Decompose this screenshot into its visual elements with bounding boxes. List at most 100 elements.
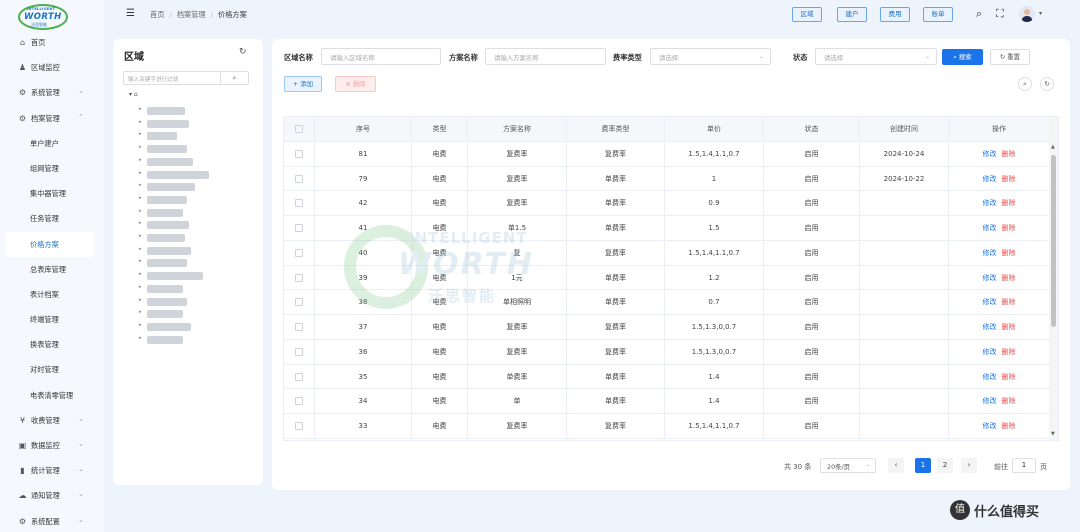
chevron-down-icon[interactable]: ▾ <box>1039 10 1042 17</box>
delete-link[interactable]: 删除 <box>1002 150 1016 158</box>
region-filter-input[interactable]: 输入关键字进行过滤 <box>123 71 221 85</box>
sidebar-item[interactable]: 终端管理 <box>0 307 104 332</box>
sidebar-item[interactable]: 组网管理 <box>0 156 104 181</box>
expand-arrow-icon[interactable]: ▸ <box>139 106 142 112</box>
region-name-input[interactable]: 请输入区域名称 <box>321 48 441 65</box>
refresh-icon[interactable]: ↻ <box>239 47 247 57</box>
edit-link[interactable]: 修改 <box>983 323 997 331</box>
menu-toggle-icon[interactable]: ☰ <box>126 8 135 19</box>
status-select[interactable]: 请选择 ⌄ <box>815 48 937 65</box>
refresh-icon[interactable]: ↻ <box>1040 77 1054 91</box>
delete-link[interactable]: 删除 <box>1002 224 1016 232</box>
edit-link[interactable]: 修改 <box>983 175 997 183</box>
sidebar-item[interactable]: ♟ 区域监控 <box>0 55 104 80</box>
sidebar-item[interactable]: 任务管理 <box>0 206 104 231</box>
quick-create-account-button[interactable]: 建户 <box>837 7 867 22</box>
expand-arrow-icon[interactable]: ▸ <box>139 157 142 163</box>
expand-arrow-icon[interactable]: ▸ <box>139 322 142 328</box>
reset-button[interactable]: ↻ 重置 <box>990 49 1030 65</box>
add-button[interactable]: + 添加 <box>284 76 322 92</box>
edit-link[interactable]: 修改 <box>983 298 997 306</box>
delete-link[interactable]: 删除 <box>1002 422 1016 430</box>
quick-region-button[interactable]: 区域 <box>792 7 822 22</box>
expand-arrow-icon[interactable]: ▸ <box>139 131 142 137</box>
breadcrumb-home[interactable]: 首页 <box>150 10 164 20</box>
expand-arrow-icon[interactable]: ▸ <box>139 233 142 239</box>
delete-link[interactable]: 删除 <box>1002 348 1016 356</box>
checkbox[interactable] <box>295 174 303 183</box>
delete-link[interactable]: 删除 <box>1002 373 1016 381</box>
tree-root-node[interactable]: ▾ ⌂ <box>129 91 138 98</box>
expand-arrow-icon[interactable]: ▸ <box>139 144 142 150</box>
expand-arrow-icon[interactable]: ▸ <box>139 335 142 341</box>
jump-page-input[interactable]: 1 <box>1012 458 1036 473</box>
edit-link[interactable]: 修改 <box>983 274 997 282</box>
sidebar-item[interactable]: 单户建户 <box>0 131 104 156</box>
search-button[interactable]: ⌕ 搜索 <box>942 49 983 65</box>
sidebar-item[interactable]: 总表库管理 <box>0 257 104 282</box>
sidebar-item[interactable]: 换表管理 <box>0 332 104 357</box>
next-page-button[interactable]: › <box>961 458 977 473</box>
sidebar-item[interactable]: ¥ 收费管理 ⌄ <box>0 408 104 433</box>
delete-link[interactable]: 删除 <box>1002 298 1016 306</box>
checkbox[interactable] <box>295 347 303 356</box>
scrollbar-thumb[interactable] <box>1051 155 1056 327</box>
sidebar-item[interactable]: 对时管理 <box>0 357 104 382</box>
expand-arrow-icon[interactable]: ▸ <box>139 170 142 176</box>
quick-bill-button[interactable]: 账单 <box>923 7 953 22</box>
edit-link[interactable]: 修改 <box>983 249 997 257</box>
delete-link[interactable]: 删除 <box>1002 323 1016 331</box>
edit-link[interactable]: 修改 <box>983 373 997 381</box>
table-scrollbar[interactable]: ▲ ▼ <box>1049 117 1058 440</box>
search-icon[interactable]: ⌕ <box>221 71 249 85</box>
scheme-name-input[interactable]: 请输入方案名称 <box>485 48 606 65</box>
checkbox[interactable] <box>295 224 303 232</box>
checkbox[interactable] <box>295 248 303 257</box>
expand-arrow-icon[interactable]: ▸ <box>139 119 142 125</box>
expand-arrow-icon[interactable]: ▸ <box>139 309 142 315</box>
delete-link[interactable]: 删除 <box>1002 175 1016 183</box>
quick-fee-button[interactable]: 费用 <box>880 7 910 22</box>
breadcrumb-archive[interactable]: 档案管理 <box>177 10 206 20</box>
checkbox[interactable] <box>295 372 303 381</box>
checkbox[interactable] <box>295 422 303 430</box>
page-1-button[interactable]: 1 <box>915 458 931 473</box>
expand-arrow-icon[interactable]: ▸ <box>139 195 142 201</box>
page-size-select[interactable]: 20条/页 ⌄ <box>820 458 876 473</box>
sidebar-item[interactable]: 集中器管理 <box>0 181 104 206</box>
expand-arrow-icon[interactable]: ▸ <box>139 271 142 277</box>
avatar[interactable] <box>1019 6 1035 22</box>
scroll-down-icon[interactable]: ▼ <box>1051 431 1055 437</box>
checkbox[interactable] <box>295 273 303 282</box>
expand-arrow-icon[interactable]: ▸ <box>139 182 142 188</box>
expand-arrow-icon[interactable]: ▸ <box>139 220 142 226</box>
sidebar-item[interactable]: ☁ 通知管理 ⌄ <box>0 483 104 508</box>
expand-arrow-icon[interactable]: ▸ <box>139 208 142 214</box>
select-all-checkbox[interactable] <box>284 117 315 141</box>
checkbox[interactable] <box>295 125 303 133</box>
edit-link[interactable]: 修改 <box>983 150 997 158</box>
expand-arrow-icon[interactable]: ▸ <box>139 258 142 264</box>
search-icon[interactable]: ⌕ <box>976 7 982 21</box>
sidebar-item[interactable]: ▮ 统计管理 ⌄ <box>0 458 104 483</box>
sidebar-item[interactable]: ⚙ 档案管理 ⌃ <box>0 106 104 131</box>
delete-link[interactable]: 删除 <box>1002 199 1016 207</box>
checkbox[interactable] <box>295 397 303 406</box>
sidebar-item[interactable]: 电表清零管理 <box>0 383 104 408</box>
expand-arrow-icon[interactable]: ▸ <box>139 297 142 303</box>
fullscreen-icon[interactable]: ⛶ <box>996 7 1004 21</box>
delete-link[interactable]: 删除 <box>1002 274 1016 282</box>
sidebar-item[interactable]: ⌂ 首页 <box>0 30 104 55</box>
checkbox[interactable] <box>295 149 303 158</box>
sidebar-item[interactable]: 表计档案 <box>0 282 104 307</box>
edit-link[interactable]: 修改 <box>983 422 997 430</box>
checkbox[interactable] <box>295 298 303 307</box>
edit-link[interactable]: 修改 <box>983 348 997 356</box>
edit-link[interactable]: 修改 <box>983 224 997 232</box>
checkbox[interactable] <box>295 199 303 208</box>
checkbox[interactable] <box>295 323 303 331</box>
sidebar-item[interactable]: ⚙ 系统配置 ⌄ <box>0 509 104 532</box>
delete-link[interactable]: 删除 <box>1002 397 1016 405</box>
expand-arrow-icon[interactable]: ▸ <box>139 284 142 290</box>
scroll-up-icon[interactable]: ▲ <box>1051 144 1055 150</box>
